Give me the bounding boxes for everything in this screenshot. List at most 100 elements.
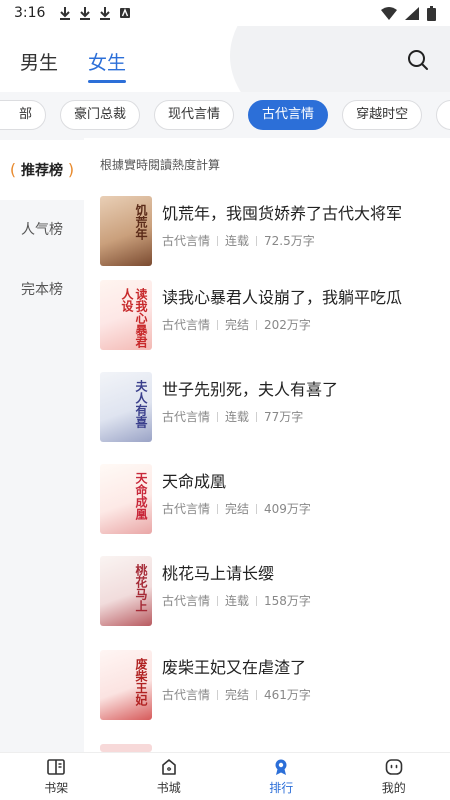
wifi-icon — [381, 6, 397, 20]
book-words: 461万字 — [264, 688, 311, 702]
book-cover: 废柴王妃 — [100, 650, 152, 720]
nav-label: 书架 — [44, 781, 69, 795]
book-words: 409万字 — [264, 502, 311, 516]
book-title: 废柴王妃又在虐渣了 — [162, 658, 307, 677]
cover-title-art: 饥荒年 — [134, 204, 148, 240]
book-genre: 古代言情 — [162, 234, 211, 248]
book-genre: 古代言情 — [162, 502, 211, 516]
category-chip[interactable]: 豪门总裁 — [60, 100, 141, 130]
ranking-note: 根據實時閱讀熱度計算 — [100, 158, 221, 172]
book-status: 连载 — [225, 410, 250, 424]
category-chip[interactable]: 部 — [0, 100, 47, 130]
book-item[interactable]: 读我心暴君人设 读我心暴君人设崩了，我躺平吃瓜 古代言情 完结 202万字 — [100, 280, 440, 362]
category-chip[interactable]: 穿越时空 — [342, 100, 423, 130]
tab-male[interactable]: 男生 — [20, 48, 58, 83]
book-meta: 古代言情 完结 202万字 — [162, 316, 311, 333]
divider — [217, 503, 219, 514]
battery-icon — [427, 5, 436, 21]
divider — [217, 689, 219, 700]
nav-ranking[interactable]: 排行 — [225, 753, 338, 800]
divider — [256, 503, 258, 514]
category-list: 部 豪门总裁 现代言情 古代言情 穿越时空 宫 — [0, 100, 450, 130]
header: 男生 女生 — [0, 26, 450, 92]
nav-label: 我的 — [381, 781, 406, 795]
book-list: 根據實時閱讀熱度計算 饥荒年 饥荒年，我囤货娇养了古代大将军 古代言情 连载 7… — [84, 138, 450, 752]
ranking-icon — [275, 759, 287, 775]
cover-title-art: 夫人有喜 — [134, 380, 148, 428]
book-item[interactable]: 桃花马上 桃花马上请长缨 古代言情 连载 158万字 — [100, 556, 440, 638]
system-icons — [381, 5, 436, 21]
status-bar: 3:16 — [0, 0, 450, 26]
divider — [217, 595, 219, 606]
book-words: 158万字 — [264, 594, 311, 608]
book-status: 完结 — [225, 318, 250, 332]
cover-title-art: 废柴王妃 — [134, 658, 148, 706]
divider — [256, 411, 258, 422]
divider — [217, 411, 219, 422]
book-meta: 古代言情 连载 72.5万字 — [162, 232, 315, 249]
book-title: 桃花马上请长缨 — [162, 564, 275, 583]
search-icon[interactable] — [406, 48, 430, 72]
category-bar: 部 豪门总裁 现代言情 古代言情 穿越时空 宫 — [0, 92, 450, 138]
divider — [256, 689, 258, 700]
sidebar-item-recommend[interactable]: ( 推荐榜 ) — [0, 140, 84, 200]
cover-title-art: 桃花马上 — [134, 564, 148, 612]
divider — [256, 235, 258, 246]
book-title: 世子先别死，夫人有喜了 — [162, 380, 339, 399]
book-cover: 天命成凰 — [100, 464, 152, 534]
laurel-left-icon: ( — [9, 160, 17, 179]
signal-icon — [405, 6, 419, 20]
book-item[interactable]: 夫人有喜 世子先别死，夫人有喜了 古代言情 连载 77万字 — [100, 372, 440, 454]
book-genre: 古代言情 — [162, 688, 211, 702]
nav-profile[interactable]: 我的 — [338, 753, 450, 800]
download-icon — [60, 7, 71, 20]
category-chip[interactable]: 宫 — [436, 100, 450, 130]
book-item[interactable]: 废柴王妃 废柴王妃又在虐渣了 古代言情 完结 461万字 — [100, 650, 440, 732]
tab-female[interactable]: 女生 — [88, 48, 127, 83]
ranking-sidebar: ( 推荐榜 ) 人气榜 完本榜 — [0, 138, 84, 752]
nav-label: 书城 — [156, 781, 181, 795]
book-title: 天命成凰 — [162, 472, 227, 491]
profile-icon — [385, 759, 403, 775]
book-cover-partial — [100, 744, 152, 752]
book-meta: 古代言情 完结 461万字 — [162, 686, 311, 703]
book-status: 连载 — [225, 594, 250, 608]
nav-label: 排行 — [269, 781, 294, 795]
store-icon — [161, 759, 176, 775]
book-words: 202万字 — [264, 318, 311, 332]
sidebar-item-popular[interactable]: 人气榜 — [0, 200, 84, 260]
laurel-right-icon: ) — [67, 160, 75, 179]
divider — [217, 235, 219, 246]
book-icon — [47, 759, 66, 775]
book-status: 完结 — [225, 688, 250, 702]
book-genre: 古代言情 — [162, 410, 211, 424]
nav-bookshelf[interactable]: 书架 — [0, 753, 113, 800]
sidebar-item-label: 推荐榜 — [21, 163, 63, 179]
gender-tabs: 男生 女生 — [20, 48, 127, 83]
book-item[interactable]: 天命成凰 天命成凰 古代言情 完结 409万字 — [100, 464, 440, 546]
book-title: 读我心暴君人设崩了，我躺平吃瓜 — [162, 288, 403, 307]
cover-title-art: 读我心暴君人设 — [120, 288, 148, 348]
book-cover: 桃花马上 — [100, 556, 152, 626]
nav-bookstore[interactable]: 书城 — [113, 753, 226, 800]
book-genre: 古代言情 — [162, 594, 211, 608]
book-genre: 古代言情 — [162, 318, 211, 332]
category-chip[interactable]: 现代言情 — [154, 100, 235, 130]
category-chip-selected[interactable]: 古代言情 — [248, 100, 329, 130]
status-time: 3:16 — [14, 5, 46, 21]
divider — [256, 595, 258, 606]
sidebar-item-completed[interactable]: 完本榜 — [0, 260, 84, 320]
book-meta: 古代言情 连载 77万字 — [162, 408, 303, 425]
book-cover: 饥荒年 — [100, 196, 152, 266]
book-words: 77万字 — [264, 410, 304, 424]
cover-title-art: 天命成凰 — [134, 472, 148, 520]
download-icon — [80, 7, 91, 20]
book-cover: 读我心暴君人设 — [100, 280, 152, 350]
book-words: 72.5万字 — [264, 234, 315, 248]
app-notification-icon — [120, 8, 131, 18]
notification-icons — [59, 6, 131, 20]
book-meta: 古代言情 连载 158万字 — [162, 592, 311, 609]
book-cover: 夫人有喜 — [100, 372, 152, 442]
book-item[interactable]: 饥荒年 饥荒年，我囤货娇养了古代大将军 古代言情 连载 72.5万字 — [100, 196, 440, 278]
book-status: 完结 — [225, 502, 250, 516]
